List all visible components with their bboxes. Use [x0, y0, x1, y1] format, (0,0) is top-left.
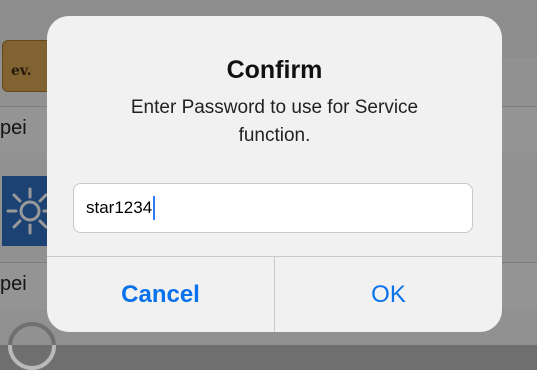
password-field[interactable]: star1234	[73, 183, 473, 233]
dialog-message: Enter Password to use for Service functi…	[130, 97, 419, 146]
cancel-button[interactable]: Cancel	[47, 257, 275, 332]
text-caret	[153, 196, 156, 220]
dialog-title: Confirm	[226, 56, 323, 84]
ok-button[interactable]: OK	[275, 257, 502, 332]
password-field-value: star1234	[86, 198, 153, 217]
dialog-buttons: Cancel OK	[47, 256, 502, 332]
confirm-dialog: Confirm Enter Password to use for Servic…	[47, 16, 502, 332]
